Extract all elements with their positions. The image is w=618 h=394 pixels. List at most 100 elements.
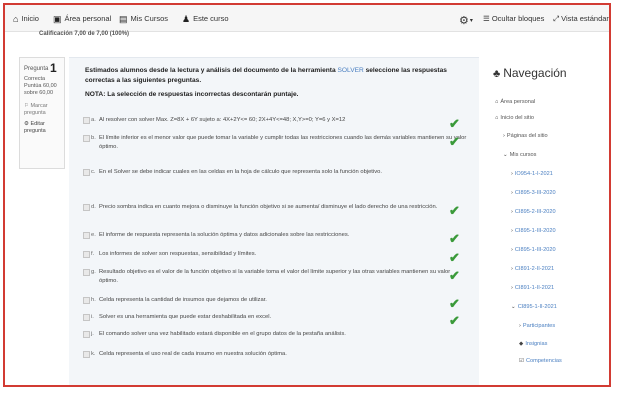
nav-tree-item[interactable]: › CI895-1-III-2020	[511, 228, 556, 234]
chevron-right-icon: ›	[511, 171, 513, 177]
nav-tree-label: Insignias	[525, 341, 548, 347]
nav-tree-item[interactable]: ⌂ Área personal	[495, 99, 535, 105]
nav-this-course-label: Este curso	[193, 14, 229, 23]
answer-letter: g.	[91, 269, 96, 275]
nav-tree-item[interactable]: ⌄ Mis cursos	[503, 152, 536, 158]
answer-letter: d.	[91, 204, 96, 210]
answer-option[interactable]: b. El límite inferior es el menor valor q…	[83, 134, 467, 151]
badge-icon: ◆	[519, 341, 524, 347]
home-icon: ⌂	[495, 115, 499, 121]
answer-option[interactable]: j. El comando solver una vez habilitado e…	[83, 330, 467, 339]
nav-tree-item[interactable]: ⌂ Inicio del sitio	[495, 115, 534, 121]
nav-dashboard[interactable]: ▣ Área personal	[53, 14, 111, 25]
nav-tree-label: Área personal	[500, 99, 536, 105]
correct-check-icon: ✔	[449, 203, 460, 218]
top-navbar: ⌂ Inicio ▣ Área personal ▤ Mis Cursos ♟ Este…	[5, 5, 609, 32]
nav-tree-label: CI895-1-II-2021	[517, 304, 557, 310]
correct-check-icon: ✔	[449, 296, 460, 311]
answer-option[interactable]: k. Celda representa el uso real de cada i…	[83, 350, 467, 359]
standard-view-button[interactable]: ⤢ Vista estándar	[553, 14, 609, 24]
answer-letter: i.	[91, 314, 94, 320]
answer-letter: k.	[91, 351, 96, 357]
navigation-title: ♣ Navegación	[493, 66, 567, 80]
question-score: Puntúa 60,00 sobre 60,00	[24, 82, 57, 96]
nav-tree-label: Inicio del sitio	[500, 115, 534, 121]
nav-tree-label: Páginas del sitio	[506, 133, 548, 139]
chevron-down-icon: ⌄	[503, 152, 508, 158]
answer-text: Resultado objetivo es el valor de la fun…	[99, 269, 451, 284]
flag-question-link[interactable]: ⚐ Marcar pregunta	[24, 103, 60, 117]
answer-option[interactable]: a. Al resolver con solver Max. Z=8X + 6Y …	[83, 116, 467, 125]
edit-question-link[interactable]: ⚙ Editar pregunta	[24, 121, 60, 135]
answer-checkbox[interactable]	[83, 269, 90, 276]
answer-text: Celda representa el uso real de cada ins…	[99, 351, 287, 357]
nav-tree-item[interactable]: › Páginas del sitio	[503, 133, 548, 139]
nav-tree-label: CI891-2-II-2021	[514, 266, 555, 272]
nav-tree-label: Competencias	[526, 358, 562, 364]
question-text: Estimados alumnos desde la lectura y aná…	[85, 67, 447, 84]
nav-my-courses-label: Mis Cursos	[130, 14, 169, 23]
answer-checkbox[interactable]	[83, 251, 90, 258]
nav-dashboard-label: Área personal	[64, 14, 112, 23]
answer-text: Al resolver con solver Max. Z=8X + 6Y su…	[99, 117, 346, 123]
home-icon: ⌂	[13, 14, 19, 24]
answer-letter: f.	[91, 251, 95, 257]
answer-option[interactable]: f. Los informes de solver son respuestas,…	[83, 250, 467, 259]
nav-tree-label: CI895-1-III-2020	[514, 247, 556, 253]
question-number: Pregunta 1	[24, 61, 57, 75]
dashboard-icon: ▣	[53, 14, 62, 24]
answer-checkbox[interactable]	[83, 169, 90, 176]
nav-tree-item[interactable]: › CI895-3-III-2020	[511, 190, 556, 196]
answer-checkbox[interactable]	[83, 204, 90, 211]
nav-tree-item[interactable]: ◆ Insignias	[519, 341, 547, 347]
question-panel: Estimados alumnos desde la lectura y aná…	[69, 57, 479, 385]
nav-tree-item[interactable]: › CI891-1-II-2021	[511, 285, 554, 291]
nav-tree-item[interactable]: ☑ Competencias	[519, 358, 562, 364]
answer-checkbox[interactable]	[83, 314, 90, 321]
answer-checkbox[interactable]	[83, 331, 90, 338]
answer-text: El comando solver una vez habilitado est…	[99, 331, 346, 337]
correct-check-icon: ✔	[449, 134, 460, 149]
answer-checkbox[interactable]	[83, 117, 90, 124]
nav-tree-item[interactable]: ⌄ CI895-1-II-2021	[511, 304, 557, 310]
answer-letter: j.	[91, 331, 94, 337]
answer-checkbox[interactable]	[83, 135, 90, 142]
courses-icon: ▤	[119, 14, 128, 24]
answer-text: Solver es una herramienta que puede esta…	[99, 314, 272, 320]
nav-tree-label: Participantes	[522, 323, 556, 329]
answer-option[interactable]: i. Solver es una herramienta que puede es…	[83, 313, 467, 322]
answer-letter: a.	[91, 117, 96, 123]
answer-text: El informe de respuesta representa la so…	[99, 232, 350, 238]
answer-option[interactable]: c. En el Solver se debe indicar cuales en…	[83, 168, 467, 177]
hide-blocks-button[interactable]: ☰ Ocultar bloques	[483, 14, 544, 23]
answer-option[interactable]: e. El informe de respuesta representa la …	[83, 231, 467, 240]
nav-home[interactable]: ⌂ Inicio	[13, 14, 39, 24]
answer-option[interactable]: h. Celda representa la cantidad de insumo…	[83, 296, 467, 305]
nav-tree-item[interactable]: › CI891-2-II-2021	[511, 266, 554, 272]
answer-text: Los informes de solver son respuestas, s…	[99, 251, 257, 257]
home-icon: ⌂	[495, 99, 499, 105]
nav-my-courses[interactable]: ▤ Mis Cursos	[119, 14, 168, 25]
answer-checkbox[interactable]	[83, 297, 90, 304]
settings-menu[interactable]: ⚙▾	[459, 14, 477, 27]
nav-tree-label: CI895-3-III-2020	[514, 190, 556, 196]
scrollbar[interactable]	[609, 331, 611, 359]
gear-icon: ⚙	[24, 121, 29, 128]
nav-tree-item[interactable]: › IO954-1-I-2021	[511, 171, 553, 177]
question-info: Pregunta 1 Correcta Puntúa 60,00 sobre 6…	[19, 57, 65, 169]
answer-letter: e.	[91, 232, 96, 238]
nav-tree-label: CI891-1-II-2021	[514, 285, 555, 291]
nav-tree-item[interactable]: › CI895-1-III-2020	[511, 247, 556, 253]
nav-this-course[interactable]: ♟ Este curso	[182, 14, 229, 25]
hide-blocks-icon: ☰	[483, 14, 490, 23]
answer-text: En el Solver se debe indicar cuales en l…	[99, 169, 382, 175]
gear-icon: ⚙	[459, 15, 469, 27]
nav-tree-item[interactable]: › CI895-2-III-2020	[511, 209, 556, 215]
answer-checkbox[interactable]	[83, 232, 90, 239]
chevron-right-icon: ›	[511, 285, 513, 291]
answer-option[interactable]: d. Precio sombra indica en cuanto mejora …	[83, 203, 467, 212]
answer-option[interactable]: g. Resultado objetivo es el valor de la f…	[83, 268, 467, 285]
answer-checkbox[interactable]	[83, 351, 90, 358]
question-status: Correcta	[24, 76, 46, 82]
nav-tree-item[interactable]: › Participantes	[519, 323, 555, 329]
